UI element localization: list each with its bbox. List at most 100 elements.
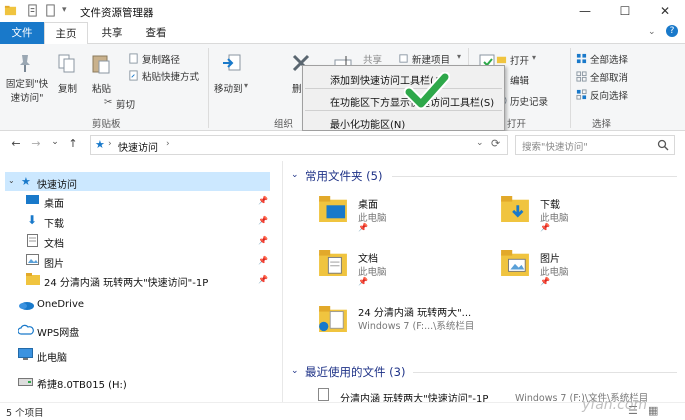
section-divider [413, 372, 677, 373]
pin-icon: 📌 [258, 196, 268, 205]
menu-item-minimize-ribbon[interactable]: 最小化功能区(N) [330, 116, 405, 131]
folder-name: 图片 [540, 254, 560, 265]
folder-name: 下载 [540, 200, 560, 211]
sidebar-item-drive[interactable]: 希捷8.0TB015 (H:) [37, 376, 127, 391]
tab-view[interactable]: 查看 [134, 22, 178, 44]
group-open-label: 打开 [507, 119, 527, 130]
tab-file[interactable]: 文件 [0, 22, 44, 44]
pin-icon: 📌 [258, 236, 268, 245]
article-folder-icon [319, 306, 347, 332]
pin-icon: 📌 [258, 275, 268, 284]
paste-shortcut-button[interactable]: 粘贴快捷方式 [142, 69, 199, 83]
back-button[interactable]: ← [9, 137, 23, 153]
sidebar-item-onedrive[interactable]: OneDrive [37, 299, 84, 310]
open-dropdown-icon[interactable]: ▾ [532, 53, 536, 62]
pin-quick-access-button[interactable]: 固定到"快 速访问" [4, 76, 50, 104]
forward-button[interactable]: → [29, 137, 43, 153]
watermark: yfan.com [582, 397, 648, 413]
move-to-dropdown-icon[interactable]: ▾ [244, 81, 248, 90]
menu-separator [305, 110, 502, 111]
select-none-button[interactable]: 全部取消 [590, 70, 628, 84]
group-clipboard-label: 剪贴板 [92, 119, 121, 130]
select-all-button[interactable]: 全部选择 [590, 52, 628, 66]
folder-tile-article[interactable]: 24 分清内涵 玩转两大"... Windows 7 (F:...\系统栏目 [318, 302, 518, 344]
edit-button[interactable]: 编辑 [510, 73, 529, 87]
history-button[interactable]: 历史记录 [510, 94, 548, 108]
copy-button[interactable]: 复制 [58, 81, 77, 95]
address-path[interactable]: 快速访问 [118, 139, 158, 154]
new-folder-icon[interactable] [44, 4, 57, 17]
search-box[interactable]: 搜索"快速访问" [515, 135, 675, 155]
sidebar-item-quick-access[interactable]: 快速访问 [37, 176, 77, 191]
folder-tile-documents[interactable]: 文档 此电脑 📌 [318, 248, 488, 288]
sidebar-item-downloads[interactable]: 下载 [44, 215, 64, 230]
close-button[interactable]: ✕ [645, 0, 685, 22]
cut-button[interactable]: 剪切 [116, 97, 135, 111]
folder-tile-downloads[interactable]: 下载 此电脑 📌 [500, 194, 670, 234]
folder-location: 此电脑 [358, 267, 387, 278]
paste-button[interactable]: 粘贴 [92, 81, 111, 95]
ribbon-tabs: 文件 主页 共享 查看 ⌄ ? [0, 22, 685, 45]
sidebar-item-wps[interactable]: WPS网盘 [37, 324, 79, 339]
search-input[interactable]: 搜索"快速访问" [522, 139, 588, 153]
pin-label-1: 固定到"快 [5, 79, 49, 90]
sidebar-item-documents[interactable]: 文档 [44, 235, 64, 250]
folder-location: 此电脑 [540, 213, 569, 224]
folder-name: 文档 [358, 254, 378, 265]
collapse-icon[interactable]: ⌄ [8, 176, 15, 185]
section-collapse-icon[interactable]: ⌄ [291, 170, 299, 180]
download-icon: ⬇ [27, 213, 38, 227]
refresh-icon[interactable]: ⟳ [491, 137, 500, 150]
section-recent-heading[interactable]: 最近使用的文件 (3) [305, 364, 405, 380]
tab-share[interactable]: 共享 [90, 22, 134, 44]
up-button[interactable]: ↑ [66, 137, 80, 153]
open-icon [496, 56, 507, 64]
pin-label-2: 速访问" [10, 93, 44, 104]
desktop-folder-icon [319, 196, 347, 222]
sidebar-item-pc[interactable]: 此电脑 [37, 349, 67, 364]
path-sep-icon: › [108, 139, 112, 149]
sidebar-item-folder[interactable]: 24 分清内涵 玩转两大"快速访问"-1P [44, 274, 208, 289]
sidebar-item-pictures[interactable]: 图片 [44, 255, 64, 270]
folder-tile-desktop[interactable]: 桌面 此电脑 📌 [318, 194, 488, 234]
invert-selection-button[interactable]: 反向选择 [590, 88, 628, 102]
address-bar[interactable]: ★ › 快速访问 › ⌄ ⟳ [90, 135, 508, 155]
desktop-icon [26, 195, 39, 204]
properties-icon[interactable] [26, 4, 39, 17]
section-frequent-heading[interactable]: 常用文件夹 (5) [305, 168, 382, 184]
ribbon-expand-icon[interactable]: ⌄ [648, 27, 656, 37]
delete-button[interactable]: 删 [292, 81, 302, 95]
cut-icon: ✂ [104, 97, 113, 108]
wps-cloud-icon [18, 324, 34, 335]
sidebar-item-desktop[interactable]: 桌面 [44, 195, 64, 210]
help-icon[interactable]: ? [666, 25, 678, 37]
folder-tile-pictures[interactable]: 图片 此电脑 📌 [500, 248, 670, 288]
title-bar: ▾ 文件资源管理器 — ☐ ✕ [0, 0, 685, 22]
section-collapse-icon[interactable]: ⌄ [291, 366, 299, 376]
tab-home[interactable]: 主页 [44, 22, 88, 45]
copy-icon [58, 54, 75, 73]
maximize-button[interactable]: ☐ [605, 0, 645, 22]
group-separator [208, 48, 209, 128]
recent-locations-button[interactable]: ⌄ [48, 137, 62, 153]
pin-icon: 📌 [540, 223, 550, 232]
pin-icon: 📌 [358, 223, 368, 232]
new-item-icon [399, 54, 408, 63]
new-item-button[interactable]: 新建项目 [412, 52, 450, 66]
window-title: 文件资源管理器 [80, 7, 154, 19]
new-item-dropdown-icon[interactable]: ▾ [457, 52, 461, 61]
pin-icon: 📌 [258, 256, 268, 265]
qat-dropdown-icon[interactable]: ▾ [62, 5, 67, 15]
search-icon[interactable] [657, 139, 669, 151]
address-dropdown-icon[interactable]: ⌄ [476, 138, 484, 148]
minimize-button[interactable]: — [565, 0, 605, 22]
file-icon [318, 388, 329, 401]
path-sep-icon: › [166, 139, 170, 149]
tiles-view-icon[interactable]: ▦ [648, 404, 658, 417]
move-to-button[interactable]: 移动到 [214, 81, 243, 95]
select-all-icon [576, 53, 587, 64]
open-button[interactable]: 打开 [510, 53, 529, 67]
copy-path-button[interactable]: 复制路径 [142, 52, 180, 66]
folder-name: 桌面 [358, 200, 378, 211]
star-icon: ★ [95, 138, 105, 151]
